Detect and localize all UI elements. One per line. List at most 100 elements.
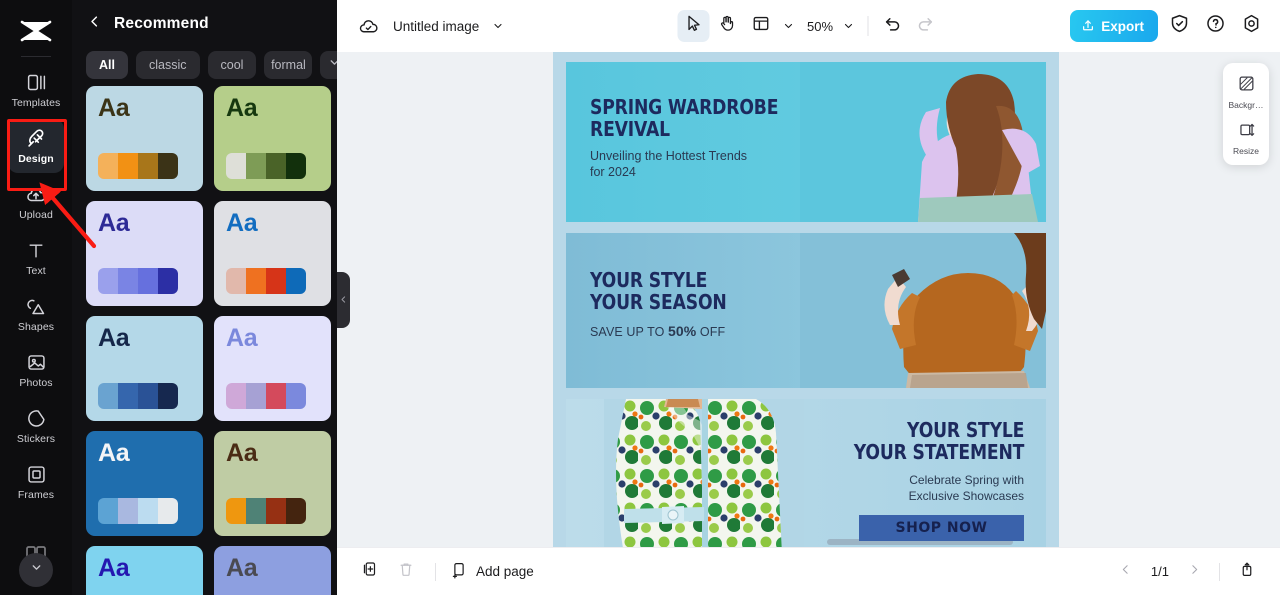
- palette-swatch: [138, 498, 158, 524]
- shop-now-button[interactable]: SHOP NOW: [859, 515, 1024, 542]
- layout-tool-button[interactable]: [745, 10, 777, 42]
- filter-chips-expand-button[interactable]: [320, 51, 337, 79]
- palette-swatch: [246, 498, 266, 524]
- help-button[interactable]: [1200, 11, 1230, 41]
- palette-swatch: [98, 268, 118, 294]
- next-page-button[interactable]: [1181, 559, 1207, 585]
- filter-chip-all[interactable]: All: [86, 51, 128, 79]
- palette-card[interactable]: Aa: [214, 431, 331, 536]
- prev-page-button[interactable]: [1113, 559, 1139, 585]
- select-tool-button[interactable]: [676, 10, 709, 42]
- panel-collapse-handle[interactable]: [337, 272, 350, 328]
- palette-card[interactable]: Aa: [86, 201, 203, 306]
- undo-button[interactable]: [878, 11, 908, 41]
- undo-icon: [884, 14, 903, 38]
- upload-cloud-icon: [25, 184, 47, 206]
- rail-scroll-down-button[interactable]: [19, 553, 53, 587]
- top-toolbar: Untitled image 50% Export: [337, 0, 1280, 52]
- duplicate-page-button[interactable]: [355, 557, 385, 587]
- app-logo-icon[interactable]: [16, 14, 56, 48]
- layout-icon: [751, 14, 770, 38]
- layout-chevron-down-icon[interactable]: [779, 11, 797, 41]
- banner-3-text: YOUR STYLE YOUR STATEMENT Celebrate Spri…: [826, 418, 1025, 542]
- palette-swatch: [246, 383, 266, 409]
- palette-swatch: [138, 383, 158, 409]
- palette-card[interactable]: Aa: [214, 316, 331, 421]
- shield-button[interactable]: [1164, 11, 1194, 41]
- banner-2-headline-line-1: YOUR STYLE: [590, 268, 708, 292]
- palette-card[interactable]: Aa: [86, 316, 203, 421]
- export-button[interactable]: Export: [1070, 10, 1158, 42]
- sidebar-item-upload[interactable]: Upload: [8, 175, 64, 229]
- palette-swatch: [158, 153, 178, 179]
- trash-icon: [397, 560, 415, 583]
- duplicate-page-icon: [361, 560, 379, 583]
- palette-card[interactable]: Aa: [86, 546, 203, 595]
- sidebar-item-label: Frames: [17, 488, 55, 501]
- palette-swatch: [118, 383, 138, 409]
- banner-2-headline-line-2: YOUR SEASON: [590, 290, 727, 315]
- zoom-chevron-down-icon[interactable]: [839, 11, 857, 41]
- background-tool-button[interactable]: Backgr…: [1225, 71, 1267, 113]
- palette-swatch: [226, 268, 246, 294]
- sidebar-item-photos[interactable]: Photos: [8, 343, 64, 397]
- palette-swatch: [246, 268, 266, 294]
- export-page-icon: [1238, 560, 1256, 583]
- sidebar-item-label: Stickers: [16, 432, 56, 445]
- resize-tool-button[interactable]: Resize: [1225, 117, 1267, 159]
- banner-3-headline-line-2: YOUR STATEMENT: [853, 440, 1025, 465]
- background-tool-label: Backgr…: [1228, 100, 1264, 110]
- document-menu-chevron-down-icon[interactable]: [489, 11, 507, 41]
- banner-2-photo: [800, 233, 1046, 388]
- settings-button[interactable]: [1236, 11, 1266, 41]
- palette-swatch: [226, 383, 246, 409]
- panel-back-button[interactable]: [86, 16, 102, 32]
- add-page-icon: [450, 561, 468, 582]
- palette-swatch: [286, 268, 306, 294]
- cloud-saved-icon[interactable]: [353, 11, 383, 41]
- banner-3-headline-line-1: YOUR STYLE: [906, 418, 1024, 442]
- sidebar-item-templates[interactable]: Templates: [8, 63, 64, 117]
- redo-button[interactable]: [910, 11, 940, 41]
- hand-tool-button[interactable]: [711, 10, 743, 42]
- banner-3[interactable]: YOUR STYLE YOUR STATEMENT Celebrate Spri…: [566, 399, 1046, 547]
- palette-swatch: [98, 383, 118, 409]
- zoom-level-value[interactable]: 50%: [799, 19, 837, 34]
- palette-card[interactable]: Aa: [86, 86, 203, 191]
- sidebar-item-shapes[interactable]: Shapes: [8, 287, 64, 341]
- banner-3-sub-line-2: Exclusive Showcases: [908, 488, 1024, 503]
- document-title[interactable]: Untitled image: [393, 19, 479, 34]
- sidebar-item-frames[interactable]: Frames: [8, 455, 64, 509]
- canvas-area[interactable]: SPRING WARDROBE REVIVAL Unveiling the Ho…: [337, 52, 1280, 547]
- resize-tool-label: Resize: [1233, 146, 1259, 156]
- sidebar-item-design[interactable]: Design: [8, 119, 64, 173]
- export-page-button[interactable]: [1232, 557, 1262, 587]
- left-rail: Templates Design Upload Text Shapes Phot…: [0, 0, 72, 595]
- palette-swatch: [158, 383, 178, 409]
- add-page-button[interactable]: Add page: [450, 561, 534, 582]
- delete-page-button[interactable]: [391, 557, 421, 587]
- text-icon: [25, 240, 47, 262]
- palette-swatch: [286, 383, 306, 409]
- filter-chip-formal[interactable]: formal: [264, 51, 313, 79]
- palette-card-sample-text: Aa: [98, 94, 130, 122]
- bottom-bar-right: 1/1: [1113, 557, 1262, 587]
- sidebar-item-label: Templates: [11, 96, 61, 109]
- palette-card[interactable]: Aa: [214, 86, 331, 191]
- sidebar-item-stickers[interactable]: Stickers: [8, 399, 64, 453]
- palette-card[interactable]: Aa: [214, 546, 331, 595]
- palette-card[interactable]: Aa: [86, 431, 203, 536]
- sidebar-item-text[interactable]: Text: [8, 231, 64, 285]
- chevron-left-icon: [339, 291, 348, 309]
- filter-chip-cool[interactable]: cool: [207, 51, 257, 79]
- banner-1[interactable]: SPRING WARDROBE REVIVAL Unveiling the Ho…: [566, 62, 1046, 222]
- bottom-bar-left: Add page: [355, 557, 534, 587]
- design-page[interactable]: SPRING WARDROBE REVIVAL Unveiling the Ho…: [553, 52, 1059, 547]
- banner-2-subtext: SAVE UP TO 50% OFF: [590, 323, 749, 341]
- sidebar-item-label: Upload: [19, 208, 53, 221]
- palette-swatch-strip: [98, 498, 178, 524]
- banner-2[interactable]: YOUR STYLE YOUR SEASON SAVE UP TO 50% OF…: [566, 233, 1046, 388]
- filter-chip-classic[interactable]: classic: [135, 51, 200, 79]
- palette-card[interactable]: Aa: [214, 201, 331, 306]
- panel-title: Recommend: [114, 15, 209, 32]
